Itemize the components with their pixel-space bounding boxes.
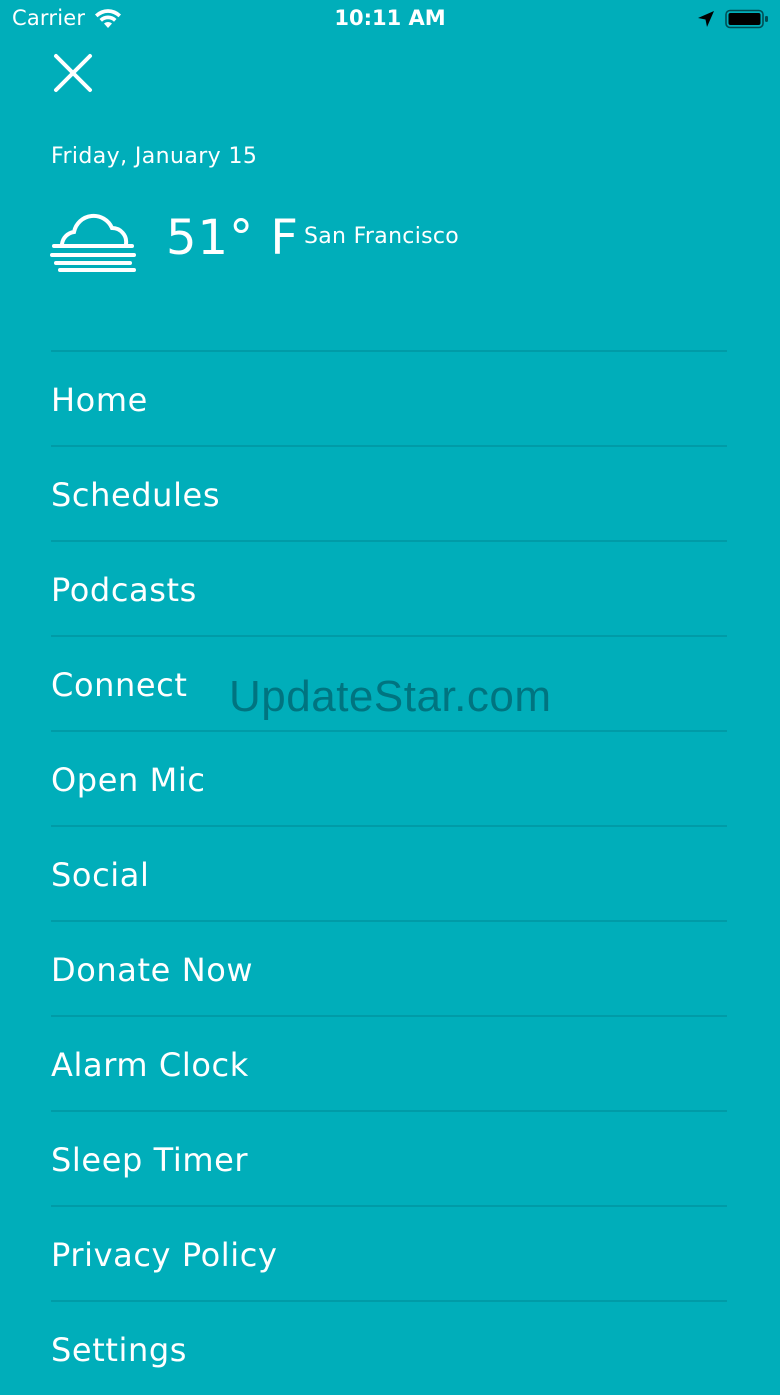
menu-item-schedules[interactable]: Schedules [51, 445, 727, 540]
status-time: 10:11 AM [334, 6, 446, 30]
menu-item-sleep-timer[interactable]: Sleep Timer [51, 1110, 727, 1205]
menu-item-label: Donate Now [51, 951, 254, 989]
menu-item-label: Sleep Timer [51, 1141, 249, 1179]
battery-icon [725, 9, 768, 29]
menu-item-privacy-policy[interactable]: Privacy Policy [51, 1205, 727, 1300]
menu-item-label: Podcasts [51, 571, 197, 609]
menu-item-settings[interactable]: Settings [51, 1300, 727, 1395]
menu-item-label: Connect [51, 666, 188, 704]
navigation-menu: Home Schedules Podcasts Connect Open Mic… [51, 350, 727, 1395]
menu-item-label: Settings [51, 1331, 188, 1369]
menu-item-podcasts[interactable]: Podcasts [51, 540, 727, 635]
location-arrow-icon [698, 11, 714, 27]
status-bar: Carrier 10:11 AM [0, 0, 780, 40]
temperature-value: 51° F [166, 210, 299, 266]
city-name: San Francisco [304, 224, 460, 249]
menu-item-label: Social [51, 856, 150, 894]
menu-item-label: Privacy Policy [51, 1236, 278, 1274]
close-icon[interactable] [52, 52, 94, 94]
menu-item-label: Schedules [51, 476, 221, 514]
menu-item-label: Alarm Clock [51, 1046, 249, 1084]
watermark-text: UpdateStar.com [229, 672, 552, 721]
menu-item-alarm-clock[interactable]: Alarm Clock [51, 1015, 727, 1110]
current-date: Friday, January 15 [51, 144, 258, 169]
menu-item-home[interactable]: Home [51, 350, 727, 445]
menu-item-donate-now[interactable]: Donate Now [51, 920, 727, 1015]
menu-item-social[interactable]: Social [51, 825, 727, 920]
menu-item-label: Home [51, 381, 148, 419]
menu-item-label: Open Mic [51, 761, 206, 799]
fog-cloud-icon [50, 213, 136, 272]
menu-item-open-mic[interactable]: Open Mic [51, 730, 727, 825]
